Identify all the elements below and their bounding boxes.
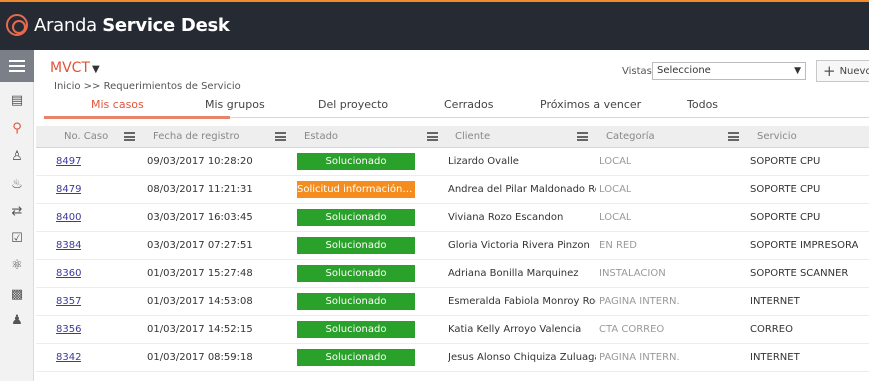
checklist-icon[interactable]: ☑ <box>8 230 26 248</box>
case-category: CTA CORREO <box>599 324 665 335</box>
case-id-link[interactable]: 8400 <box>56 212 81 223</box>
status-badge: Solucionado <box>297 209 415 226</box>
case-client: Gloria Victoria Rivera Pinzon <box>448 240 590 251</box>
status-badge: Solucionado <box>297 237 415 254</box>
case-id-link[interactable]: 8497 <box>56 156 81 167</box>
case-date: 01/03/2017 14:52:15 <box>147 324 253 335</box>
column-menu-icon[interactable] <box>427 132 438 141</box>
menu-icon[interactable] <box>0 50 34 82</box>
case-client: Katia Kelly Arroyo Valencia <box>448 324 582 335</box>
table-row[interactable]: 8400 03/03/2017 16:03:45 Solucionado Viv… <box>36 204 869 232</box>
headset-icon[interactable]: ⚲ <box>8 120 26 138</box>
case-category: LOCAL <box>599 212 632 223</box>
tab-proximos-a-vencer[interactable]: Próximos a vencer <box>540 98 641 111</box>
alarm-icon[interactable]: ⚛ <box>8 257 26 275</box>
case-date: 01/03/2017 15:27:48 <box>147 268 253 279</box>
box-icon[interactable]: ▩ <box>8 286 26 304</box>
status-badge: Solucionado <box>297 321 415 338</box>
case-date: 09/03/2017 10:28:20 <box>147 156 253 167</box>
chevron-down-icon: ▼ <box>794 66 801 76</box>
status-badge: Solucionado <box>297 265 415 282</box>
app-title: Aranda Service Desk <box>34 15 230 36</box>
case-id-link[interactable]: 8479 <box>56 184 81 195</box>
breadcrumb: Inicio >> Requerimientos de Servicio <box>54 81 241 92</box>
chevron-down-icon: ▼ <box>91 64 100 75</box>
vistas-select[interactable]: Seleccione ▼ <box>652 62 806 80</box>
document-icon[interactable]: ▤ <box>8 92 26 110</box>
case-category: LOCAL <box>599 184 632 195</box>
user-icon[interactable]: ♙ <box>8 148 26 166</box>
column-header-no-caso[interactable]: No. Caso <box>64 131 108 142</box>
case-date: 01/03/2017 08:59:18 <box>147 352 253 363</box>
table-row[interactable]: 8360 01/03/2017 15:27:48 Solucionado Adr… <box>36 260 869 288</box>
table-row[interactable]: 8384 03/03/2017 07:27:51 Solucionado Glo… <box>36 232 869 260</box>
users-icon[interactable]: ♟ <box>8 312 26 330</box>
case-date: 08/03/2017 11:21:31 <box>147 184 253 195</box>
project-selector[interactable]: MVCT ▼ <box>50 60 100 76</box>
case-service: INTERNET <box>750 296 800 307</box>
status-badge: Solucionado <box>297 293 415 310</box>
status-badge: Solucionado <box>297 349 415 366</box>
table-row[interactable]: 8357 01/03/2017 14:53:08 Solucionado Esm… <box>36 288 869 316</box>
plus-icon: + <box>823 62 836 80</box>
case-date: 03/03/2017 16:03:45 <box>147 212 253 223</box>
table-row[interactable]: 8497 09/03/2017 10:28:20 Solucionado Liz… <box>36 148 869 176</box>
table-header: No. Caso Fecha de registro Estado Client… <box>36 126 869 148</box>
case-id-link[interactable]: 8384 <box>56 240 81 251</box>
status-badge: Solicitud información adicional <box>297 181 415 198</box>
status-badge: Solucionado <box>297 153 415 170</box>
case-category: EN RED <box>599 240 637 251</box>
case-client: Adriana Bonilla Marquinez <box>448 268 579 279</box>
column-header-servicio[interactable]: Servicio <box>757 131 797 142</box>
case-client: Esmeralda Fabiola Monroy Rodriguez <box>448 296 596 307</box>
case-id-link[interactable]: 8357 <box>56 296 81 307</box>
table-row[interactable]: 8342 01/03/2017 08:59:18 Solucionado Jes… <box>36 344 869 372</box>
case-client: Lizardo Ovalle <box>448 156 519 167</box>
case-service: CORREO <box>750 324 793 335</box>
aranda-logo <box>6 14 28 36</box>
tab-mis-casos[interactable]: Mis casos <box>91 98 144 111</box>
case-client: Andrea del Pilar Maldonado Romero <box>448 184 596 195</box>
case-id-link[interactable]: 8342 <box>56 352 81 363</box>
case-service: SOPORTE IMPRESORA <box>750 240 859 251</box>
top-bar: Aranda Service Desk <box>0 0 869 50</box>
case-category: PAGINA INTERN. <box>599 296 680 307</box>
case-service: SOPORTE CPU <box>750 156 821 167</box>
table-row[interactable]: 8356 01/03/2017 14:52:15 Solucionado Kat… <box>36 316 869 344</box>
tab-divider <box>230 117 869 118</box>
column-menu-icon[interactable] <box>728 132 739 141</box>
case-category: INSTALACIÓN <box>599 268 666 279</box>
column-header-categoria[interactable]: Categoría <box>606 131 655 142</box>
fire-icon[interactable]: ♨ <box>8 176 26 194</box>
case-service: SOPORTE CPU <box>750 184 821 195</box>
case-service: SOPORTE SCANNER <box>750 268 849 279</box>
case-date: 03/03/2017 07:27:51 <box>147 240 253 251</box>
active-tab-indicator <box>44 116 230 119</box>
new-button[interactable]: + Nuevo <box>816 60 869 82</box>
column-header-fecha[interactable]: Fecha de registro <box>153 131 240 142</box>
case-id-link[interactable]: 8356 <box>56 324 81 335</box>
change-icon[interactable]: ⇄ <box>8 203 26 221</box>
column-menu-icon[interactable] <box>577 132 588 141</box>
column-menu-icon[interactable] <box>275 132 286 141</box>
case-id-link[interactable]: 8360 <box>56 268 81 279</box>
column-header-estado[interactable]: Estado <box>304 131 338 142</box>
sidebar: ▤ ⚲ ♙ ♨ ⇄ ☑ ⚛ ▩ ♟ <box>0 50 34 381</box>
case-category: LOCAL <box>599 156 632 167</box>
vistas-label: Vistas: <box>622 66 656 77</box>
tab-mis-grupos[interactable]: Mis grupos <box>205 98 265 111</box>
case-client: Viviana Rozo Escandon <box>448 212 564 223</box>
tab-todos[interactable]: Todos <box>687 98 718 111</box>
column-header-cliente[interactable]: Cliente <box>455 131 490 142</box>
table-row[interactable]: 8479 08/03/2017 11:21:31 Solicitud infor… <box>36 176 869 204</box>
tab-del-proyecto[interactable]: Del proyecto <box>318 98 388 111</box>
case-client: Jesus Alonso Chiquiza Zuluaga <box>448 352 596 363</box>
case-date: 01/03/2017 14:53:08 <box>147 296 253 307</box>
tab-cerrados[interactable]: Cerrados <box>444 98 493 111</box>
case-service: SOPORTE CPU <box>750 212 821 223</box>
case-service: INTERNET <box>750 352 800 363</box>
column-menu-icon[interactable] <box>124 132 135 141</box>
case-category: PAGINA INTERN. <box>599 352 680 363</box>
